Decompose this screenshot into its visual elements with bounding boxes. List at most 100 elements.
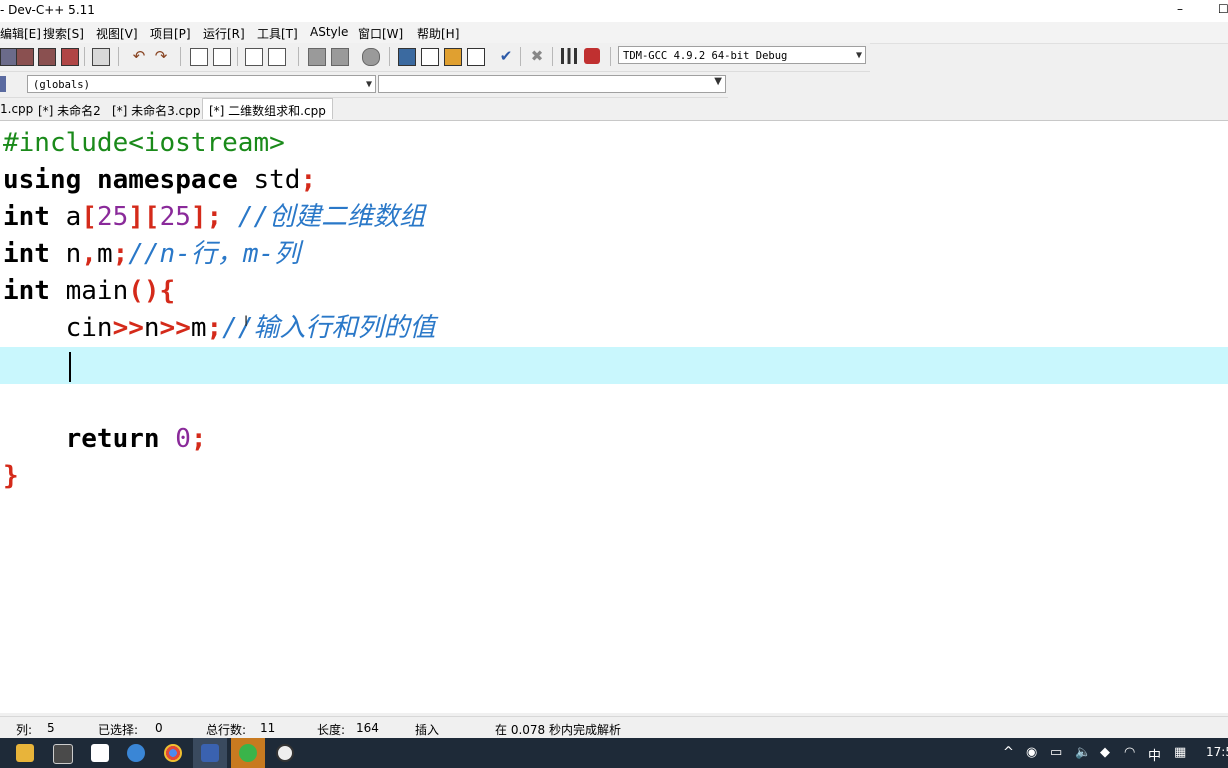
identifier: m	[96, 239, 113, 269]
menu-tools[interactable]: 工具[T]	[257, 25, 298, 42]
mail-icon[interactable]	[91, 744, 109, 762]
chevron-up-icon[interactable]: ^	[1003, 745, 1014, 760]
code-line-2: using namespace std;	[3, 162, 316, 199]
keyword: int	[3, 239, 50, 269]
devcpp-icon[interactable]	[201, 744, 219, 762]
identifier: main	[49, 276, 129, 306]
tray-app-icon[interactable]: ◉	[1026, 745, 1037, 760]
replace-icon[interactable]	[213, 48, 231, 66]
status-lines-label: 总行数:	[206, 723, 247, 737]
close-all-icon[interactable]	[61, 48, 79, 66]
indent-icon[interactable]	[245, 48, 263, 66]
comment: //n-行，m-列	[128, 239, 301, 269]
menu-astyle[interactable]: AStyle	[310, 25, 348, 39]
keyboard-icon[interactable]: ▦	[1174, 745, 1186, 760]
number: 25	[96, 202, 129, 232]
keyword: int	[3, 202, 50, 232]
tab-file-2[interactable]: [*] 未命名2	[38, 102, 101, 119]
save-all-icon[interactable]	[16, 48, 34, 66]
identifier: a	[49, 202, 82, 232]
member-select[interactable]: ▼	[378, 75, 726, 93]
menu-run[interactable]: 运行[R]	[203, 25, 245, 42]
store-icon[interactable]	[53, 744, 73, 764]
tab-file-3[interactable]: [*] 未命名3.cpp	[112, 102, 200, 119]
stop-execution-icon[interactable]: ✖	[529, 48, 545, 64]
toolbar-separator	[118, 47, 119, 66]
toolbar-separator	[610, 47, 611, 66]
menu-project[interactable]: 项目[P]	[150, 25, 191, 42]
maximize-button[interactable]: ☐	[1218, 2, 1228, 16]
menu-edit[interactable]: 编辑[E]	[0, 25, 41, 42]
close-file-icon[interactable]	[38, 48, 56, 66]
symbol: ;	[300, 165, 317, 195]
taskbar: ^ ◉ ▭ 🔈 ◆ ◠ 中 ▦ 17:5	[0, 738, 1228, 768]
symbol: >>	[112, 313, 144, 343]
code-editor[interactable]: #include<iostream> using namespace std; …	[0, 121, 1228, 713]
status-sel-value: 0	[155, 721, 163, 735]
redo-icon[interactable]: ↷	[153, 48, 169, 64]
toolbar-separator	[520, 47, 521, 66]
status-len-label: 长度:	[317, 723, 346, 737]
current-line-highlight	[0, 347, 1228, 384]
symbol: ;	[112, 239, 129, 269]
goto-line-icon[interactable]	[268, 48, 286, 66]
status-col-value: 5	[47, 721, 55, 735]
status-sel-label: 已选择:	[98, 723, 139, 737]
scope-select-value: (globals)	[33, 79, 90, 91]
menu-window[interactable]: 窗口[W]	[358, 25, 403, 42]
menu-help[interactable]: 帮助[H]	[417, 25, 459, 42]
preprocessor-directive: #include<iostream>	[3, 128, 285, 158]
bookmark-forward-icon[interactable]	[331, 48, 349, 66]
tab-file-1[interactable]: 1.cpp	[0, 102, 33, 116]
compile-icon[interactable]	[398, 48, 416, 66]
symbol: }	[3, 461, 19, 491]
class-browser-toggle-icon[interactable]	[0, 76, 6, 92]
menu-view[interactable]: 视图[V]	[96, 25, 138, 42]
ime-indicator[interactable]: 中	[1148, 745, 1161, 764]
minimize-button[interactable]: –	[1177, 2, 1183, 16]
security-icon[interactable]: ◆	[1100, 745, 1110, 760]
comment: //创建二维数组	[222, 202, 426, 232]
comment: //输入行和列的值	[222, 313, 436, 343]
keyword: return	[3, 424, 160, 454]
debug-icon[interactable]	[584, 48, 600, 64]
profile-icon[interactable]	[561, 48, 577, 64]
symbol: (){	[128, 276, 176, 306]
alarm-clock-icon[interactable]	[276, 744, 294, 762]
tab-file-4-active[interactable]: [*] 二维数组求和.cpp	[202, 98, 333, 119]
scope-select[interactable]: (globals) ▼	[27, 75, 376, 93]
network-icon[interactable]: ◠	[1124, 745, 1135, 760]
keyword: using	[3, 165, 82, 195]
menu-search[interactable]: 搜索[S]	[43, 25, 84, 42]
qq-icon[interactable]	[127, 744, 145, 762]
symbol: >>	[159, 313, 191, 343]
bookmark-back-icon[interactable]	[308, 48, 326, 66]
toolbar-separator	[298, 47, 299, 66]
volume-icon[interactable]: 🔈	[1075, 745, 1091, 760]
ibeam-cursor-icon: I	[244, 314, 249, 330]
compiler-select[interactable]: TDM-GCC 4.9.2 64-bit Debug ▼	[618, 46, 866, 64]
code-line-3: int a[25][25]; //创建二维数组	[3, 199, 425, 236]
title-bar: - Dev-C++ 5.11 – ☐	[0, 0, 1228, 22]
run-icon[interactable]	[421, 48, 439, 66]
wechat-icon[interactable]	[239, 744, 257, 762]
file-tabs: 1.cpp [*] 未命名2 [*] 未命名3.cpp [*] 二维数组求和.c…	[0, 98, 1228, 121]
find-icon[interactable]	[190, 48, 208, 66]
chrome-icon[interactable]	[164, 744, 182, 762]
status-insert-mode: 插入	[415, 723, 440, 737]
chevron-down-icon: ▼	[855, 50, 862, 61]
battery-icon[interactable]: ▭	[1050, 745, 1062, 760]
identifier: std	[237, 165, 301, 195]
file-explorer-icon[interactable]	[16, 744, 34, 762]
rebuild-icon[interactable]	[467, 48, 485, 66]
print-icon[interactable]	[92, 48, 110, 66]
system-clock[interactable]: 17:5	[1206, 745, 1228, 759]
code-line-1: #include<iostream>	[3, 125, 285, 162]
toolbar-separator	[180, 47, 181, 66]
undo-icon[interactable]: ↶	[131, 48, 147, 64]
syntax-check-icon[interactable]: ✔	[498, 48, 514, 64]
class-browser-icon[interactable]	[362, 48, 380, 66]
status-len-value: 164	[356, 721, 379, 735]
symbol: ];	[190, 202, 223, 232]
compile-run-icon[interactable]	[444, 48, 462, 66]
